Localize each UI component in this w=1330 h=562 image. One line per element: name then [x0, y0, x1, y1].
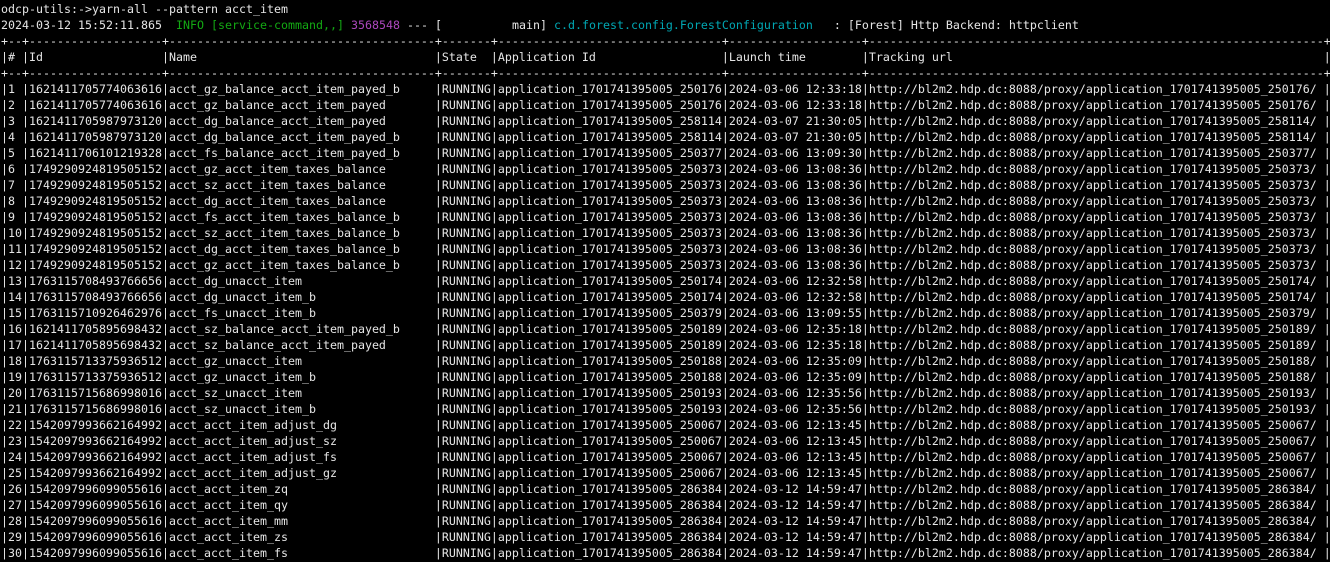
log-gap-1 [162, 18, 176, 32]
table-row: |5 |1621411706101219328|acct_fs_balance_… [1, 145, 1330, 161]
table-row: |24|1542097993662164992|acct_acct_item_a… [1, 449, 1330, 465]
table-border: +--+-------------------+----------------… [1, 33, 1330, 49]
log-gap-2 [344, 18, 351, 32]
log-pid: 3568548 [351, 18, 400, 32]
table-row: |1 |1621411705774063616|acct_gz_balance_… [1, 81, 1330, 97]
log-logger: c.d.forest.config.ForestConfiguration [554, 18, 813, 32]
table-row: |16|1621411705895698432|acct_sz_balance_… [1, 321, 1330, 337]
table-row: |27|1542097996099055616|acct_acct_item_q… [1, 497, 1330, 513]
table-row: |14|1763115708493766656|acct_dg_unacct_i… [1, 289, 1330, 305]
table-row: |7 |1749290924819505152|acct_sz_acct_ite… [1, 177, 1330, 193]
table-header-row: |# |Id |Name |State |Application Id |Lau… [1, 49, 1330, 65]
table-row: |28|1542097996099055616|acct_acct_item_m… [1, 513, 1330, 529]
table-row: |6 |1749290924819505152|acct_gz_acct_ite… [1, 161, 1330, 177]
table-row: |10|1749290924819505152|acct_sz_acct_ite… [1, 225, 1330, 241]
table-row: |9 |1749290924819505152|acct_fs_acct_ite… [1, 209, 1330, 225]
table-row: |25|1542097993662164992|acct_acct_item_a… [1, 465, 1330, 481]
log-level: INFO [service-command,,] [176, 18, 344, 32]
table-border: +--+-------------------+----------------… [1, 65, 1330, 81]
table-row: |4 |1621411705987973120|acct_dg_balance_… [1, 129, 1330, 145]
table-row: |8 |1749290924819505152|acct_dg_acct_ite… [1, 193, 1330, 209]
shell-prompt: odcp-utils:-> [1, 2, 92, 16]
log-timestamp: 2024-03-12 15:52:11.865 [1, 18, 162, 32]
log-message: : [Forest] Http Backend: httpclient [813, 18, 1079, 32]
terminal-window[interactable]: odcp-utils:->yarn-all --pattern acct_ite… [0, 0, 1330, 562]
table-row: |2 |1621411705774063616|acct_gz_balance_… [1, 97, 1330, 113]
log-line: 2024-03-12 15:52:11.865 INFO [service-co… [1, 17, 1330, 33]
table-row: |23|1542097993662164992|acct_acct_item_a… [1, 433, 1330, 449]
command-line: odcp-utils:->yarn-all --pattern acct_ite… [1, 1, 1330, 17]
table-row: |19|1763115713375936512|acct_gz_unacct_i… [1, 369, 1330, 385]
table-row: |20|1763115715686998016|acct_sz_unacct_i… [1, 385, 1330, 401]
table-row: |12|1749290924819505152|acct_gz_acct_ite… [1, 257, 1330, 273]
command-text: yarn-all --pattern acct_item [92, 2, 288, 16]
table-row: |17|1621411705895698432|acct_sz_balance_… [1, 337, 1330, 353]
table-row: |30|1542097996099055616|acct_acct_item_f… [1, 545, 1330, 561]
table-row: |15|1763115710926462976|acct_fs_unacct_i… [1, 305, 1330, 321]
table-row: |13|1763115708493766656|acct_dg_unacct_i… [1, 273, 1330, 289]
log-thread: --- [ main] [400, 18, 554, 32]
table-row: |22|1542097993662164992|acct_acct_item_a… [1, 417, 1330, 433]
table-row: |26|1542097996099055616|acct_acct_item_z… [1, 481, 1330, 497]
table-row: |21|1763115715686998016|acct_sz_unacct_i… [1, 401, 1330, 417]
table-row: |3 |1621411705987973120|acct_dg_balance_… [1, 113, 1330, 129]
table-row: |18|1763115713375936512|acct_gz_unacct_i… [1, 353, 1330, 369]
yarn-applications-table: +--+-------------------+----------------… [1, 33, 1330, 561]
table-row: |29|1542097996099055616|acct_acct_item_z… [1, 529, 1330, 545]
table-row: |11|1749290924819505152|acct_dg_acct_ite… [1, 241, 1330, 257]
